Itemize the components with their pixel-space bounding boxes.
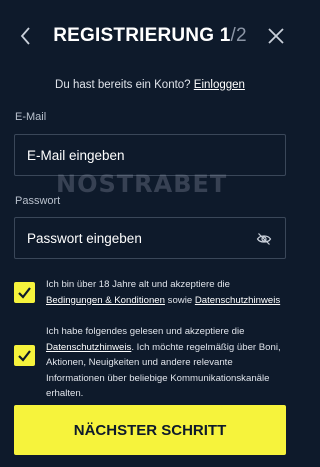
login-prompt: Du hast bereits ein Konto? Einloggen (0, 79, 300, 91)
watermark-logo: NOSTRABET (56, 170, 228, 198)
login-link[interactable]: Einloggen (194, 79, 245, 91)
marketing-privacy-link[interactable]: Datenschutzhinweis (46, 342, 131, 353)
next-step-button[interactable]: NÄCHSTER SCHRITT (14, 405, 286, 455)
password-placeholder: Passwort eingeben (27, 230, 142, 246)
privacy-link[interactable]: Datenschutzhinweis (195, 295, 280, 306)
marketing-consent-text: Ich habe folgendes gelesen und akzeptier… (46, 324, 286, 402)
terms-link[interactable]: Bedingungen & Konditionen (46, 295, 165, 306)
password-label: Passwort (15, 195, 61, 207)
page-title: REGISTRIERUNG 1/2 (0, 25, 300, 47)
age-consent-text-2: sowie (167, 294, 193, 306)
login-prompt-text: Du hast bereits ein Konto? (55, 79, 191, 91)
check-icon (18, 287, 31, 299)
check-icon (18, 350, 31, 362)
marketing-consent-checkbox[interactable] (14, 345, 35, 366)
close-icon[interactable] (264, 24, 288, 48)
email-placeholder: E-Mail eingeben (27, 147, 125, 163)
age-consent-text: Ich bin über 18 Jahre alt und akzeptiere… (46, 277, 286, 308)
title-step-total: /2 (230, 25, 247, 46)
title-main: REGISTRIERUNG 1 (53, 25, 231, 46)
eye-slash-icon[interactable] (256, 231, 272, 247)
password-field[interactable]: Passwort eingeben (14, 217, 286, 259)
header: REGISTRIERUNG 1/2 (0, 0, 300, 72)
marketing-consent-text-1: Ich habe folgendes gelesen und akzeptier… (46, 326, 245, 337)
email-label: E-Mail (15, 111, 47, 123)
age-consent-text-1: Ich bin über 18 Jahre alt und akzeptiere… (46, 279, 231, 290)
age-consent-checkbox[interactable] (14, 282, 35, 303)
